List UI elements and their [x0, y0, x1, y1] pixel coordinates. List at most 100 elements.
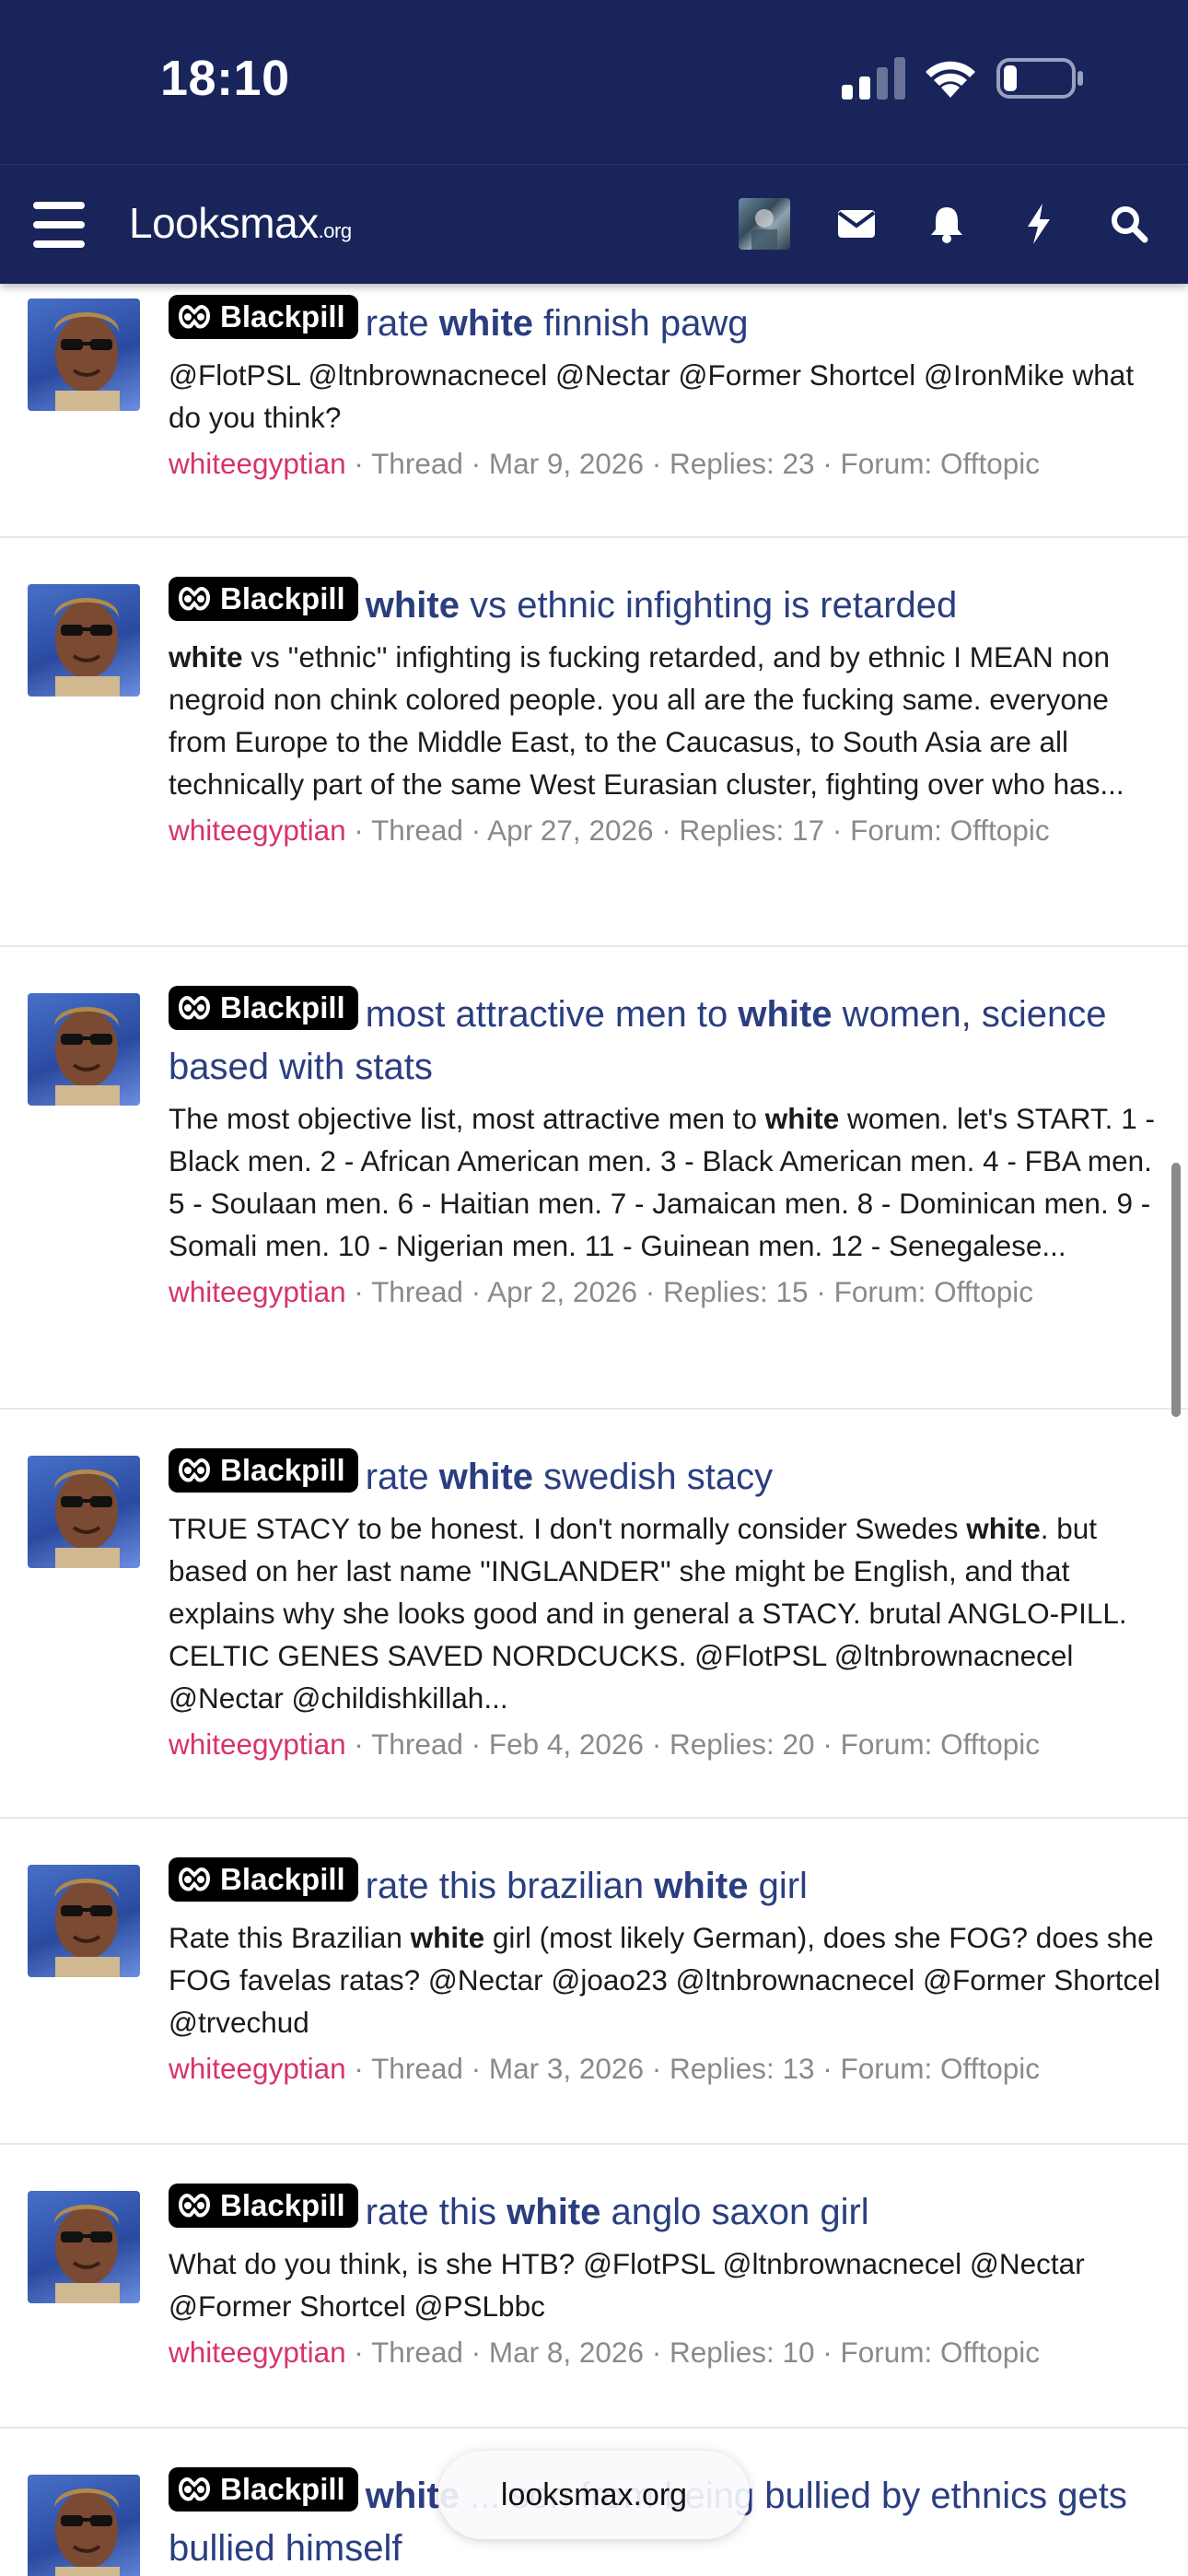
- lightning-icon[interactable]: [1015, 200, 1063, 248]
- text-fragment: The most objective list, most attractive…: [169, 1102, 765, 1135]
- search-results-list: Blackpill rate white finnish pawg @FlotPS…: [0, 284, 1188, 2576]
- author-avatar[interactable]: [28, 1456, 140, 1568]
- thread-snippet: Rate this Brazilian white girl (most lik…: [169, 1916, 1168, 2043]
- thread-meta: whiteegyptian · Thread · Mar 3, 2026 · R…: [169, 2052, 1041, 2085]
- text-fragment: rate this: [365, 2192, 507, 2232]
- keyword-highlight: white: [764, 1102, 840, 1135]
- thread-title[interactable]: Blackpill rate white finnish pawg: [169, 295, 1168, 350]
- author-link[interactable]: whiteegyptian: [169, 447, 346, 480]
- thread-meta: whiteegyptian · Thread · Mar 8, 2026 · R…: [169, 2336, 1041, 2369]
- goggles-icon: [178, 305, 211, 329]
- goggles-icon: [178, 2477, 211, 2501]
- thread-meta: whiteegyptian · Thread · Mar 9, 2026 · R…: [169, 447, 1041, 480]
- wifi-icon: [926, 61, 975, 98]
- scroll-indicator[interactable]: [1171, 1163, 1181, 1417]
- text-fragment: rate this brazilian: [365, 1866, 655, 1906]
- site-header: Looksmax.org: [0, 164, 1188, 284]
- thread-title[interactable]: Blackpill rate white swedish stacy: [169, 1448, 1168, 1504]
- author-avatar[interactable]: [28, 2475, 140, 2576]
- author-avatar[interactable]: [28, 299, 140, 411]
- author-link[interactable]: whiteegyptian: [169, 1727, 346, 1761]
- text-fragment: swedish stacy: [533, 1457, 774, 1497]
- cellular-signal-icon: [842, 57, 905, 100]
- status-time: 18:10: [160, 51, 290, 106]
- prefix-tag[interactable]: Blackpill: [169, 1857, 358, 1902]
- prefix-tag-label: Blackpill: [220, 2188, 345, 2222]
- author-avatar[interactable]: [28, 993, 140, 1106]
- thread-snippet: white vs ''ethnic'' infighting is fuckin…: [169, 636, 1168, 805]
- bell-icon[interactable]: [923, 200, 971, 248]
- text-fragment: @FlotPSL @ltnbrownacnecel @Nectar @Forme…: [169, 358, 1135, 434]
- text-fragment: rate: [365, 1457, 439, 1497]
- result-item[interactable]: Blackpill rate this white anglo saxon gir…: [0, 2145, 1188, 2429]
- thread-snippet: What do you think, is she HTB? @FlotPSL …: [169, 2242, 1168, 2327]
- text-fragment: vs ethnic infighting is retarded: [459, 585, 958, 626]
- keyword-highlight: white: [438, 1457, 534, 1497]
- keyword-highlight: white: [966, 1512, 1041, 1545]
- prefix-tag-label: Blackpill: [220, 1453, 345, 1487]
- author-link[interactable]: whiteegyptian: [169, 2336, 346, 2369]
- thread-title[interactable]: Blackpill most attractive men to white wo…: [169, 986, 1168, 1094]
- text-fragment: vs ''ethnic'' infighting is fucking reta…: [169, 640, 1124, 801]
- prefix-tag-label: Blackpill: [220, 990, 345, 1025]
- prefix-tag[interactable]: Blackpill: [169, 986, 358, 1030]
- author-avatar[interactable]: [28, 2191, 140, 2303]
- thread-title[interactable]: Blackpill white vs ethnic infighting is r…: [169, 577, 1168, 632]
- text-fragment: anglo saxon girl: [600, 2192, 869, 2232]
- status-bar: 18:10: [0, 0, 1188, 164]
- text-fragment: TRUE STACY to be honest. I don't normall…: [169, 1512, 967, 1545]
- user-avatar[interactable]: [739, 198, 790, 250]
- author-link[interactable]: whiteegyptian: [169, 1275, 346, 1308]
- goggles-icon: [178, 1458, 211, 1482]
- url-bar[interactable]: looksmax.org: [438, 2451, 750, 2539]
- thread-snippet: @FlotPSL @ltnbrownacnecel @Nectar @Forme…: [169, 354, 1168, 439]
- battery-icon: [996, 58, 1083, 99]
- thread-snippet: TRUE STACY to be honest. I don't normall…: [169, 1507, 1168, 1719]
- author-link[interactable]: whiteegyptian: [169, 814, 346, 847]
- logo-suffix: .org: [318, 219, 352, 242]
- thread-meta: whiteegyptian · Thread · Feb 4, 2026 · R…: [169, 1727, 1041, 1761]
- result-item[interactable]: Blackpill rate this brazilian white girl …: [0, 1819, 1188, 2145]
- thread-meta: whiteegyptian · Thread · Apr 27, 2026 · …: [169, 814, 1050, 847]
- thread-title[interactable]: Blackpill rate this brazilian white girl: [169, 1857, 1168, 1913]
- prefix-tag[interactable]: Blackpill: [169, 295, 358, 339]
- result-item[interactable]: Blackpill rate white swedish stacy TRUE S…: [0, 1410, 1188, 1819]
- keyword-highlight: white: [410, 1921, 485, 1954]
- goggles-icon: [178, 587, 211, 611]
- search-icon[interactable]: [1105, 200, 1153, 248]
- author-avatar[interactable]: [28, 584, 140, 697]
- prefix-tag[interactable]: Blackpill: [169, 2184, 358, 2228]
- keyword-highlight: white: [738, 994, 833, 1035]
- goggles-icon: [178, 1868, 211, 1891]
- author-link[interactable]: whiteegyptian: [169, 2052, 346, 2085]
- prefix-tag-label: Blackpill: [220, 581, 345, 615]
- result-item[interactable]: Blackpill most attractive men to white wo…: [0, 947, 1188, 1410]
- result-item[interactable]: Blackpill white vs ethnic infighting is r…: [0, 538, 1188, 947]
- menu-icon[interactable]: [33, 202, 85, 248]
- text-fragment: girl: [748, 1866, 808, 1906]
- text-fragment: rate: [365, 303, 439, 344]
- goggles-icon: [178, 996, 211, 1020]
- text-fragment: What do you think, is she HTB? @FlotPSL …: [169, 2247, 1085, 2323]
- prefix-tag[interactable]: Blackpill: [169, 2467, 358, 2512]
- text-fragment: Rate this Brazilian: [169, 1921, 411, 1954]
- prefix-tag-label: Blackpill: [220, 1862, 345, 1896]
- thread-title[interactable]: Blackpill rate this white anglo saxon gir…: [169, 2184, 1168, 2239]
- goggles-icon: [178, 2194, 211, 2218]
- result-item[interactable]: Blackpill rate white finnish pawg @FlotPS…: [0, 284, 1188, 538]
- thread-snippet: The most objective list, most attractive…: [169, 1097, 1168, 1267]
- logo-main: Looksmax: [129, 199, 319, 247]
- keyword-highlight: white: [438, 303, 534, 344]
- keyword-highlight: white: [365, 585, 460, 626]
- prefix-tag[interactable]: Blackpill: [169, 1448, 358, 1493]
- keyword-highlight: white: [507, 2192, 601, 2232]
- prefix-tag[interactable]: Blackpill: [169, 577, 358, 621]
- keyword-highlight: white: [654, 1866, 749, 1906]
- envelope-icon[interactable]: [833, 200, 880, 248]
- author-avatar[interactable]: [28, 1865, 140, 1977]
- thread-meta: whiteegyptian · Thread · Apr 2, 2026 · R…: [169, 1275, 1034, 1308]
- prefix-tag-label: Blackpill: [220, 299, 345, 334]
- text-fragment: finnish pawg: [533, 303, 749, 344]
- text-fragment: most attractive men to: [365, 994, 739, 1035]
- site-logo[interactable]: Looksmax.org: [129, 198, 352, 248]
